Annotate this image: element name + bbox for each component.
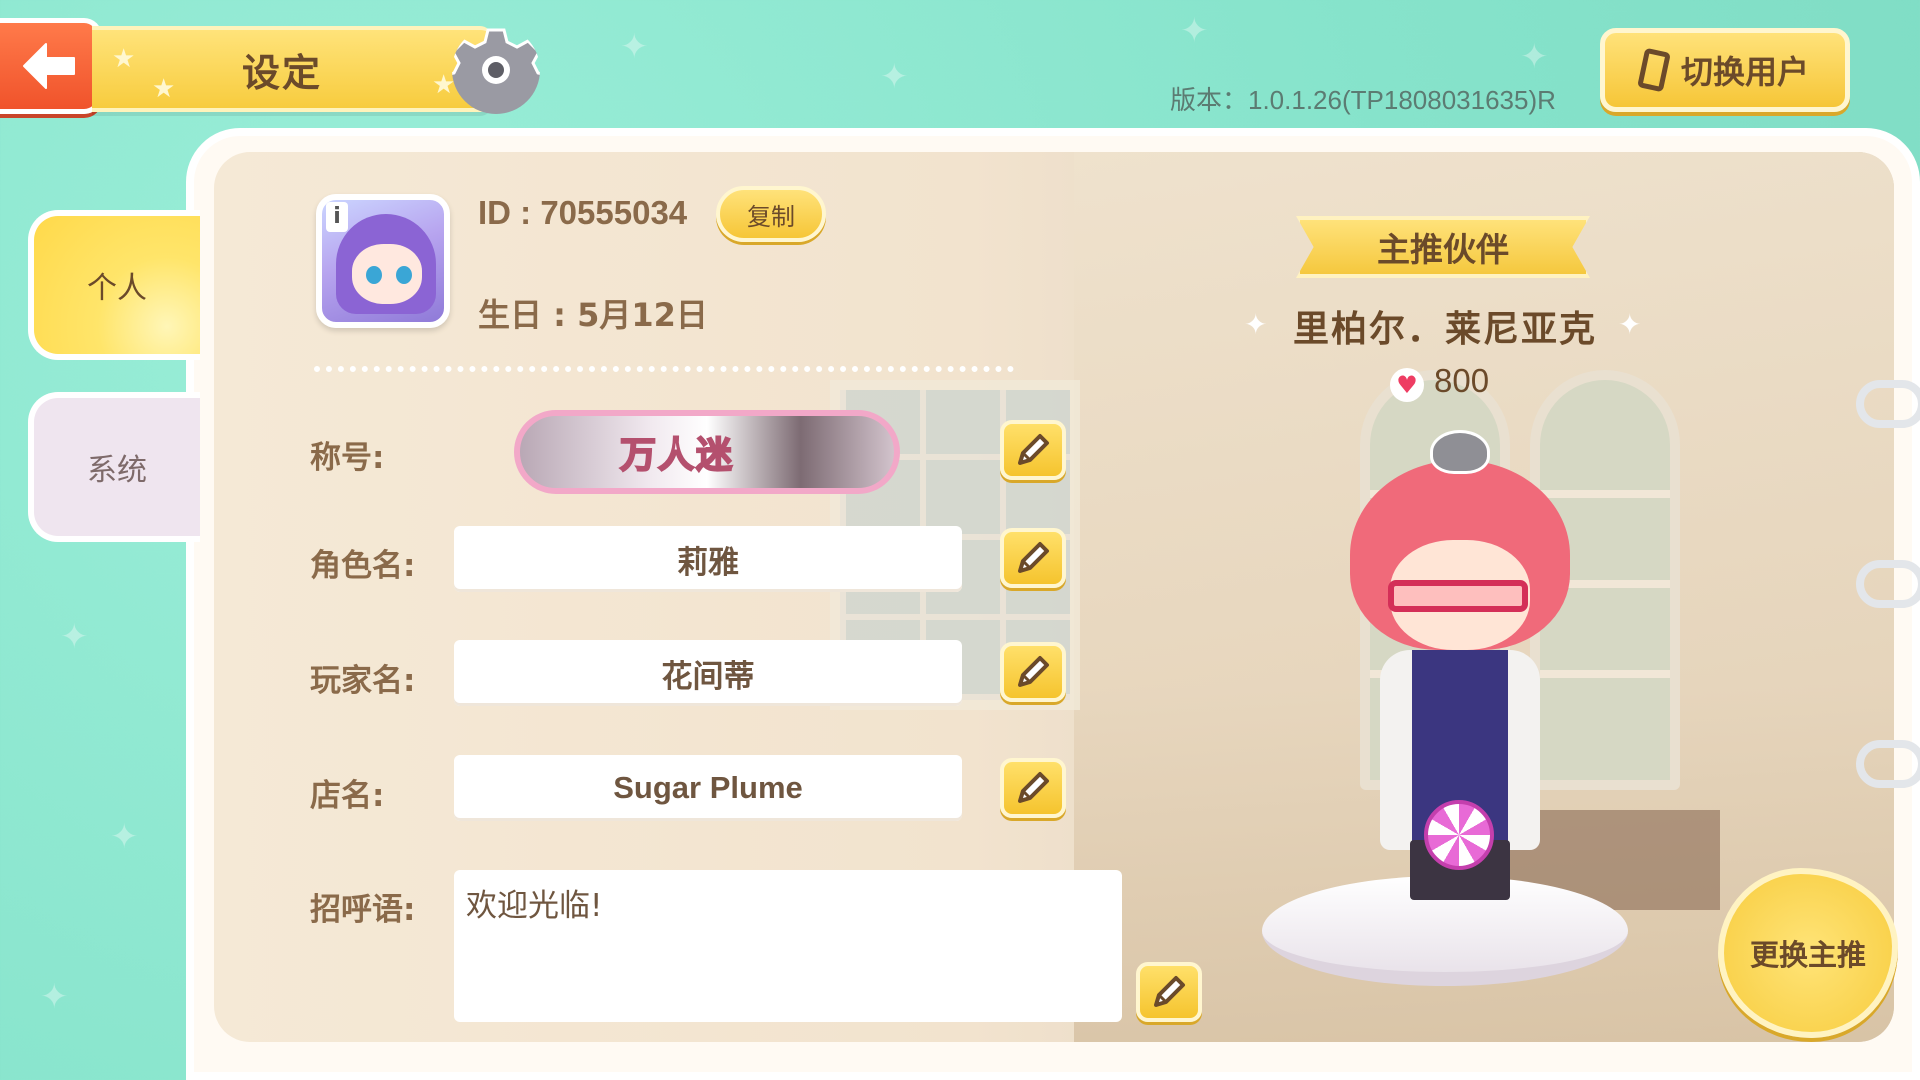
- edit-title-button[interactable]: [1000, 420, 1066, 480]
- background-star: ✦: [1180, 11, 1209, 51]
- binder-ring: [1856, 380, 1920, 428]
- affection-value: 800: [1434, 362, 1490, 399]
- role-name-field: 莉雅: [454, 526, 962, 592]
- pencil-icon: [1154, 976, 1185, 1007]
- pencil-icon: [1018, 772, 1049, 803]
- phone-icon: [1637, 47, 1671, 93]
- player-name-label: 玩家名:: [310, 663, 416, 699]
- avatar[interactable]: i: [316, 194, 450, 328]
- edit-shop-name-button[interactable]: [1000, 758, 1066, 818]
- shop-name-label: 店名:: [310, 778, 385, 814]
- player-id: ID : 70555034: [478, 194, 688, 231]
- sparkle-icon: ✦: [1618, 308, 1642, 341]
- background-star: ✦: [620, 27, 649, 67]
- partner-name: 里柏尔．莱尼亚克: [1292, 309, 1597, 350]
- change-partner-button[interactable]: 更换主推: [1718, 868, 1898, 1038]
- edit-role-name-button[interactable]: [1000, 528, 1066, 588]
- title-label: 称号:: [310, 440, 385, 476]
- partner-character[interactable]: [1330, 430, 1590, 910]
- edit-player-name-button[interactable]: [1000, 642, 1066, 702]
- arrow-left-icon: [22, 43, 75, 89]
- tab-personal[interactable]: 个人: [28, 210, 200, 360]
- binder-ring: [1856, 740, 1920, 788]
- shop-name-field: Sugar Plume: [454, 755, 962, 821]
- background-star: ✦: [880, 57, 909, 97]
- page-title: 设定: [242, 50, 323, 95]
- background-star: ✦: [60, 617, 89, 657]
- background-star: ✦: [40, 977, 69, 1017]
- birthday-text: 生日 : 5月12日: [478, 296, 708, 334]
- title-bar: ★ ★ ★ 设定: [92, 26, 492, 112]
- version-text: 版本：1.0.1.26(TP1808031635)R: [1170, 85, 1556, 115]
- hedgehog-pet: [1430, 430, 1490, 474]
- gear-icon: [452, 28, 540, 114]
- star-icon: ★: [152, 74, 176, 104]
- title-badge: 万人迷: [514, 410, 900, 494]
- pencil-icon: [1018, 656, 1049, 687]
- pencil-icon: [1018, 542, 1049, 573]
- switch-user-button[interactable]: 切换用户: [1600, 28, 1850, 112]
- featured-partner-ribbon: 主推伙伴: [1296, 216, 1590, 278]
- background-star: ✦: [110, 817, 139, 857]
- edit-greeting-button[interactable]: [1136, 962, 1202, 1022]
- divider: [314, 366, 1014, 372]
- player-name-field: 花间蒂: [454, 640, 962, 706]
- back-button[interactable]: [0, 18, 102, 114]
- copy-id-button[interactable]: 复制: [716, 186, 826, 242]
- title-badge-text: 万人迷: [619, 434, 734, 477]
- background-star: ✦: [1520, 37, 1549, 77]
- role-name-label: 角色名:: [310, 548, 416, 584]
- switch-user-label: 切换用户: [1680, 53, 1809, 91]
- binder-ring: [1856, 560, 1920, 608]
- greeting-field: 欢迎光临!: [454, 870, 1122, 1022]
- greeting-label: 招呼语:: [310, 892, 416, 928]
- heart-icon: ♥: [1390, 368, 1424, 402]
- pencil-icon: [1018, 434, 1049, 465]
- info-icon: i: [326, 202, 348, 232]
- star-icon: ★: [112, 44, 136, 74]
- tab-system[interactable]: 系统: [28, 392, 200, 542]
- lollipop-icon: [1424, 800, 1494, 870]
